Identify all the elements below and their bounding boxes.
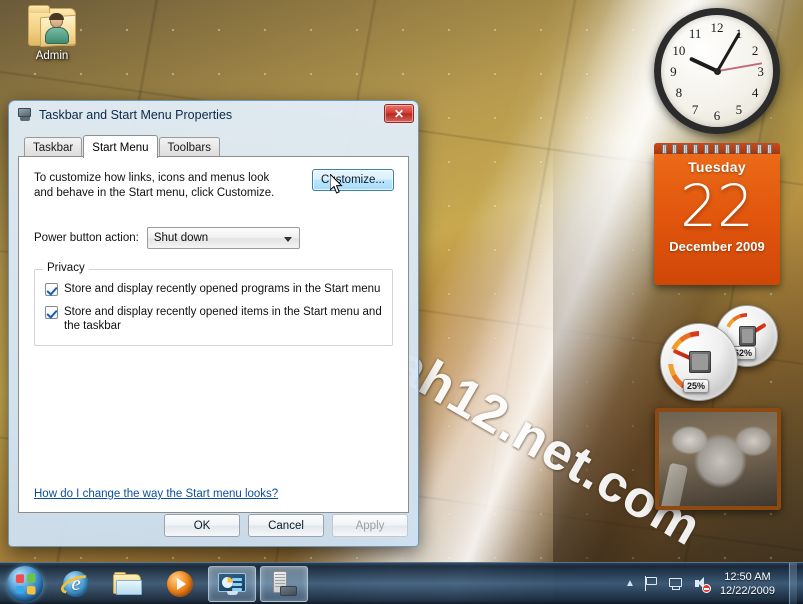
clock-gadget[interactable]: 12 1 2 3 4 5 6 7 8 9 10 11: [654, 8, 780, 134]
cpu-meter: 25%: [660, 323, 738, 401]
system-tray[interactable]: ▲ 12:50 AM 12/22/2009: [625, 562, 803, 604]
clock-number: 6: [713, 107, 721, 123]
tab-taskbar[interactable]: Taskbar: [24, 137, 83, 157]
clock-number: 8: [675, 85, 683, 101]
dialog-title: Taskbar and Start Menu Properties: [39, 107, 233, 122]
clock-face: 12 1 2 3 4 5 6 7 8 9 10 11: [654, 8, 780, 134]
power-button-action-label: Power button action:: [34, 232, 139, 244]
privacy-group: Privacy Store and display recently opene…: [34, 262, 393, 346]
privacy-option-programs[interactable]: Store and display recently opened progra…: [45, 282, 382, 296]
control-panel-icon: [218, 572, 246, 595]
monitor-icon: [17, 107, 33, 122]
checkbox-store-recent-programs[interactable]: [45, 283, 58, 296]
power-button-action-row: Power button action: Shut down: [34, 227, 393, 249]
desktop-icon-label: Admin: [35, 50, 69, 62]
taskbar[interactable]: ▲ 12:50 AM 12/22/2009: [0, 562, 803, 604]
media-player-icon: [167, 570, 193, 597]
taskbar-item-explorer[interactable]: [104, 566, 152, 602]
show-desktop-button[interactable]: [789, 562, 797, 604]
dialog-button-row: OK Cancel Apply: [164, 514, 408, 537]
clock-number: 4: [751, 85, 759, 101]
network-icon[interactable]: [668, 575, 685, 592]
dialog-titlebar[interactable]: Taskbar and Start Menu Properties ✕: [9, 101, 418, 128]
action-center-flag-icon[interactable]: [643, 575, 660, 592]
volume-muted-icon[interactable]: [693, 575, 711, 593]
chevron-down-icon: [283, 237, 292, 242]
clock-number: 12: [710, 20, 724, 36]
clock-number: 10: [672, 42, 686, 58]
start-button[interactable]: [2, 565, 48, 603]
calendar-body: Tuesday 22 December 2009: [654, 154, 780, 285]
clock-number: 11: [688, 26, 702, 42]
taskbar-start-menu-properties-dialog[interactable]: Taskbar and Start Menu Properties ✕ Task…: [8, 100, 419, 547]
tab-start-menu[interactable]: Start Menu: [83, 135, 158, 158]
calendar-gadget[interactable]: Tuesday 22 December 2009: [654, 143, 780, 285]
clock-number: 5: [735, 101, 743, 117]
tab-toolbars[interactable]: Toolbars: [158, 137, 220, 157]
cancel-button[interactable]: Cancel: [248, 514, 324, 537]
tray-time: 12:50 AM: [724, 570, 771, 583]
help-link[interactable]: How do I change the way the Start menu l…: [34, 488, 278, 500]
dialog-body: Taskbar Start Menu Toolbars To customize…: [9, 128, 418, 546]
user-folder-icon: [26, 4, 78, 48]
privacy-legend: Privacy: [43, 262, 89, 274]
calendar-day-number: 22: [680, 172, 754, 240]
windows-logo-icon: [7, 565, 43, 602]
close-icon[interactable]: ✕: [384, 104, 414, 123]
clock-number: 7: [691, 101, 699, 117]
calendar-month-year: December 2009: [669, 239, 765, 254]
clock-number: 2: [751, 42, 759, 58]
clock-center-pin: [713, 67, 721, 75]
checkbox-label: Store and display recently opened progra…: [64, 283, 381, 295]
start-menu-tab-panel: To customize how links, icons and menus …: [18, 156, 409, 513]
memory-chip-icon: [739, 326, 756, 346]
folder-icon: [113, 571, 143, 596]
computer-icon: [270, 570, 298, 597]
taskbar-item-computer[interactable]: [260, 565, 308, 602]
checkbox-store-recent-items[interactable]: [45, 306, 58, 319]
picture-slideshow-gadget[interactable]: [655, 408, 781, 510]
start-menu-description: To customize how links, icons and menus …: [34, 172, 275, 199]
internet-explorer-icon: [58, 570, 94, 597]
cpu-memory-meter-gadget[interactable]: 62% 25%: [658, 303, 782, 403]
calendar-rings: [654, 143, 780, 154]
power-button-action-value: Shut down: [153, 232, 209, 244]
ok-button[interactable]: OK: [164, 514, 240, 537]
power-button-action-select[interactable]: Shut down: [146, 227, 300, 249]
desktop[interactable]: www.alboabdullah12.net.com Admin 12 1 2 …: [0, 0, 803, 604]
cpu-chip-icon: [689, 351, 711, 373]
customize-button[interactable]: Customize...: [312, 169, 394, 191]
tray-date: 12/22/2009: [719, 584, 775, 597]
apply-button: Apply: [332, 514, 408, 537]
taskbar-item-control-panel[interactable]: [208, 565, 256, 602]
tray-clock[interactable]: 12:50 AM 12/22/2009: [718, 570, 777, 598]
clock-number: 3: [757, 64, 764, 79]
taskbar-item-internet-explorer[interactable]: [52, 566, 100, 602]
privacy-option-items[interactable]: Store and display recently opened items …: [45, 305, 382, 333]
clock-number: 9: [670, 64, 677, 79]
taskbar-item-media-player[interactable]: [156, 566, 204, 602]
checkbox-label: Store and display recently opened items …: [64, 306, 382, 332]
desktop-icon-admin[interactable]: Admin: [14, 4, 90, 62]
tab-strip[interactable]: Taskbar Start Menu Toolbars: [18, 135, 409, 158]
show-hidden-icons-chevron-icon[interactable]: ▲: [625, 578, 635, 589]
koala-photo: [659, 412, 777, 506]
cpu-value: 25%: [683, 379, 710, 393]
